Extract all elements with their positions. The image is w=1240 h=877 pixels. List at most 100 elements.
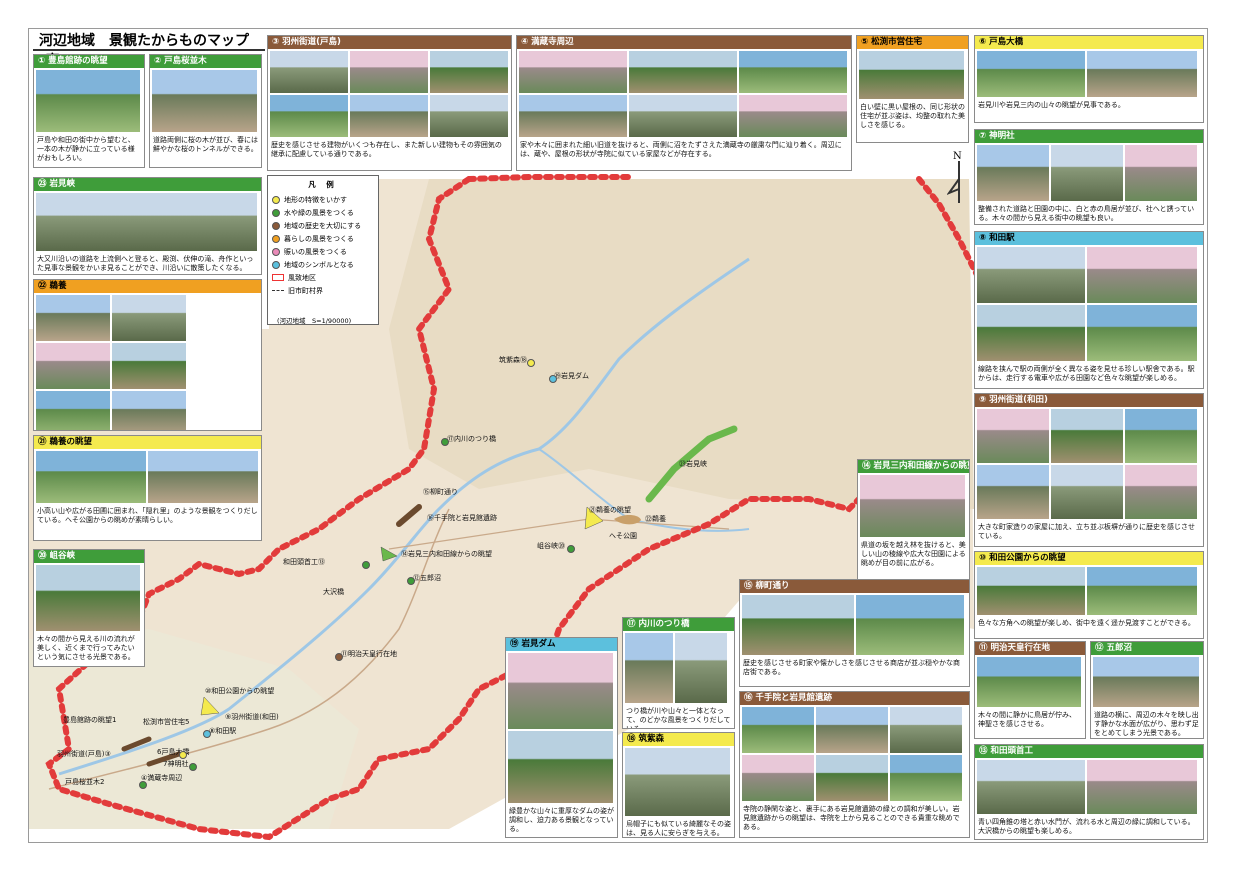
map-label-m14: ⑭岩見三内和田線からの眺望: [401, 550, 492, 558]
scene-photo: [856, 595, 964, 655]
panel-caption: 白い壁に黒い屋根の、同じ形状の住宅が並ぶ姿は、均整の取れた美しさを感じる。: [860, 103, 965, 129]
panel-caption: 県道の坂を越え林を抜けると、美しい山の稜線や広大な田園による眺めが目の前に広がる…: [861, 541, 966, 567]
photo-strip: [975, 758, 1203, 816]
map-label-m22: ㉒鵜養: [645, 515, 666, 523]
photo-strip: [34, 293, 261, 430]
panel-heading: ⑬ 和田頭首工: [975, 745, 1203, 758]
scene-photo: [1087, 305, 1197, 361]
map-label-m5: 松渕市営住宅5: [143, 718, 190, 726]
scene-photo: [1087, 567, 1197, 615]
panel-heading: ㉑ 鵜養の眺望: [34, 436, 261, 449]
panel-caption: 木々の間に静かに鳥居が佇み、神聖さを感じさせる。: [978, 711, 1076, 728]
scene-panel-p9: ⑨ 羽州街道(和田) 大きな町家造りの家屋に加え、立ち並ぶ板塀が通りに歴史を感じさ…: [974, 393, 1204, 547]
scene-photo: [977, 51, 1085, 97]
legend-dot-icon: [272, 195, 280, 204]
map-marker-icon: [527, 359, 535, 367]
legend-dot-icon: [272, 208, 280, 217]
panel-caption: 木々の間から見える川の流れが美しく、近くまで行ってみたいという気にさせる光景であ…: [37, 635, 135, 661]
legend-item: 地域のシンボルとなる: [272, 258, 374, 271]
photo-strip: [975, 143, 1203, 203]
scene-photo: [270, 51, 348, 93]
photo-strip: [740, 705, 969, 803]
legend-dot-icon: [272, 234, 280, 243]
scene-photo: [112, 391, 186, 430]
scene-photo: [508, 731, 613, 803]
legend-dot-icon: [272, 247, 280, 256]
panel-heading: ⑰ 内川のつり橋: [623, 618, 734, 631]
panel-heading: ⑤ 松渕市営住宅: [857, 36, 968, 49]
scene-photo: [148, 451, 258, 503]
scene-photo: [430, 95, 508, 137]
panel-heading: ① 豊島館跡の眺望: [34, 55, 144, 68]
map-marker-icon: [567, 545, 575, 553]
panel-caption: 寺院の静閑な姿と、裏手にある岩見館遺跡の緑との調和が美しい。岩見館遺跡からの眺望…: [743, 805, 960, 831]
scene-photo: [742, 755, 814, 801]
panel-caption: 道路両側に桜の木が並び、春には鮮やかな桜のトンネルができる。: [153, 136, 258, 153]
photo-strip: [34, 563, 144, 633]
map-marker-icon: [441, 438, 449, 446]
scene-panel-p17: ⑰ 内川のつり橋つり橋が川や山々と一体となって、のどかな風景をつくりだしている。: [622, 617, 735, 729]
scene-photo: [519, 51, 627, 93]
scene-photo: [977, 465, 1049, 519]
photo-strip: [975, 407, 1203, 521]
scene-photo: [742, 707, 814, 753]
map-marker-icon: [179, 751, 187, 759]
panel-caption: 烏帽子にも似ている綺麗なその姿は、見る人に安らぎを与える。: [626, 820, 731, 837]
map-label-m9: ⑨羽州街道(和田): [225, 713, 279, 721]
panel-caption: 小高い山や広がる田圃に囲まれ、「隠れ里」のような景観をつくりだしている。へそ公園…: [37, 507, 258, 524]
scene-photo: [270, 95, 348, 137]
scene-photo: [859, 51, 964, 99]
scene-panel-p10: ⑩ 和田公園からの眺望 色々な方角への眺望が楽しめ、街中を遠く遥か見渡すことができ…: [974, 551, 1204, 639]
panel-caption: 家や木々に囲まれた細い旧道を抜けると、両側に沼をたずさえた満蔵寺の厳粛な門に辿り…: [520, 141, 842, 158]
photo-strip: [517, 49, 851, 139]
panel-heading: ⑭ 岩見三内和田線からの眺望: [858, 460, 969, 473]
scene-panel-p11: ⑪ 明治天皇行在地 木々の間に静かに鳥居が佇み、神聖さを感じさせる。: [974, 641, 1086, 739]
scene-photo: [739, 95, 847, 137]
legend-item: 賑いの風景をつくる: [272, 245, 374, 258]
panel-caption: つり橋が川や山々と一体となって、のどかな風景をつくりだしている。: [626, 707, 731, 729]
map-label-m2: 戸島桜並木2: [65, 778, 105, 786]
map-label-m13: 和田頭首工⑬: [283, 558, 325, 566]
scene-photo: [742, 595, 854, 655]
photo-strip: [858, 473, 969, 539]
scene-photo: [1087, 760, 1197, 814]
photo-strip: [1091, 655, 1203, 709]
photo-strip: [975, 655, 1085, 709]
scene-photo: [625, 633, 673, 703]
map-label-m17: ⑰内川のつり橋: [447, 435, 496, 443]
map-marker-icon: [362, 561, 370, 569]
photo-strip: [34, 68, 144, 134]
scene-panel-p6: ⑥ 戸島大橋 岩見川や岩見三内の山々の眺望が見事である。: [974, 35, 1204, 123]
panel-heading: ⑲ 岩見ダム: [506, 638, 617, 651]
scene-photo: [1125, 465, 1197, 519]
scene-photo: [1093, 657, 1199, 707]
map-label-m12: ⑫五郎沼: [413, 574, 441, 582]
legend-item: 地域の歴史を大切にする: [272, 219, 374, 232]
photo-strip: [857, 49, 968, 101]
scene-photo: [977, 305, 1085, 361]
map-marker-icon: [335, 653, 343, 661]
panel-heading: ② 戸島桜並木: [150, 55, 261, 68]
scene-photo: [152, 70, 257, 132]
scene-photo: [1051, 145, 1123, 201]
scene-photo: [629, 95, 737, 137]
panel-caption: 大又川沿いの道路を上流側へと登ると、殿渕、伏伸の滝、舟作といった見事な景観をかい…: [37, 255, 254, 272]
photo-strip: [34, 191, 261, 253]
panel-caption: 岩見川や岩見三内の山々の眺望が見事である。: [978, 101, 1125, 109]
map-label-m19: ⑲岩見ダム: [554, 372, 589, 380]
scene-photo: [36, 451, 146, 503]
panel-caption: 緑豊かな山々に重厚なダムの姿が調和し、迫力ある景観となっている。: [509, 807, 614, 833]
panel-caption: 道路の横に、周辺の木々を映し出す静かな水面が広がり、思わず足をとめてしまう光景で…: [1094, 711, 1199, 737]
scene-panel-p3: ③ 羽州街道(戸島) 歴史を感じさせる建物がいくつも存在し、また新しい建物もその雰…: [267, 35, 512, 171]
legend-item: 風致地区: [272, 271, 374, 284]
scene-photo: [977, 247, 1085, 303]
scenic-area-icon: [272, 274, 284, 281]
scene-panel-p22: ㉒ 鵜養茅葺き屋根をはじめとする歴史的な家屋、屋敷林、堰などが調和し、美しく、生…: [33, 279, 262, 431]
scene-photo: [977, 145, 1049, 201]
scene-photo: [36, 343, 110, 389]
map-marker-icon: [203, 730, 211, 738]
scene-photo: [739, 51, 847, 93]
photo-strip: [975, 245, 1203, 363]
map-label-m3: 羽州街道(戸島)③: [57, 750, 111, 758]
scene-photo: [890, 755, 962, 801]
